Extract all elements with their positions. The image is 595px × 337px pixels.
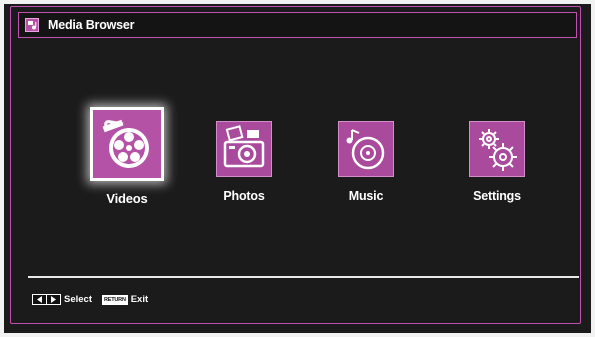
camera-photos-icon [223, 125, 265, 168]
return-key-icon: RETURN [102, 294, 128, 305]
photos-label: Photos [223, 189, 265, 203]
music-disc-icon [346, 129, 385, 170]
menu-item-music[interactable]: Music [311, 121, 421, 203]
media-browser-icon [25, 18, 39, 32]
menu-item-settings[interactable]: Settings [442, 121, 552, 203]
videos-label: Videos [106, 191, 148, 206]
music-tile[interactable] [338, 121, 394, 177]
settings-label: Settings [473, 189, 521, 203]
footer-hints: Select RETURN Exit [32, 294, 148, 305]
photos-tile[interactable] [216, 121, 272, 177]
film-reel-icon [102, 119, 149, 168]
page-title: Media Browser [48, 18, 135, 32]
menu-item-videos[interactable]: Videos [72, 107, 182, 206]
menu-item-photos[interactable]: Photos [189, 121, 299, 203]
title-bar: Media Browser [18, 12, 577, 38]
videos-tile[interactable] [90, 107, 164, 181]
settings-tile[interactable] [469, 121, 525, 177]
left-right-keys-icon [32, 294, 61, 305]
gears-icon [479, 129, 517, 171]
select-hint-label: Select [64, 294, 92, 305]
music-label: Music [348, 189, 384, 203]
exit-hint-label: Exit [130, 294, 149, 305]
footer-divider [28, 276, 579, 278]
